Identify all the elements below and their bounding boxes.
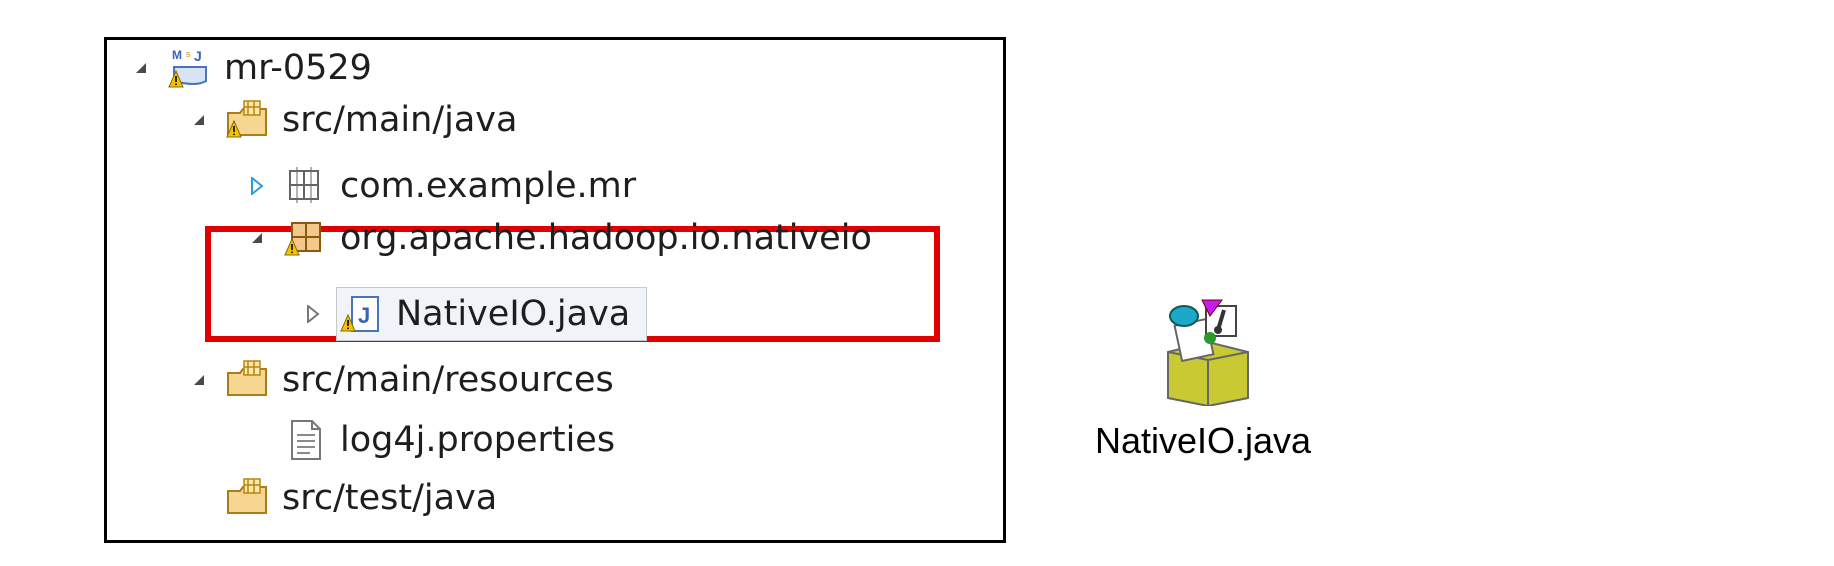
tree-item-label: src/main/java [282,99,518,140]
source-folder-icon [224,475,270,521]
tree-item-src-test-java[interactable]: src/test/java [224,468,497,528]
tree-item-label: log4j.properties [340,419,616,460]
svg-text:s: s [186,49,191,59]
expanded-arrow-icon[interactable] [246,227,268,249]
tree-item-label: NativeIO.java [396,293,631,334]
expanded-arrow-icon[interactable] [130,57,152,79]
collapsed-arrow-icon[interactable] [302,303,324,325]
tree-item-project[interactable]: M s J mr-0529 [130,38,372,98]
tree-item-label: org.apache.hadoop.io.nativeio [340,217,872,258]
tree-item-label: com.example.mr [340,165,637,206]
package-icon [282,215,328,261]
desktop-file-label: NativeIO.java [1094,420,1312,461]
source-folder-icon [224,97,270,143]
expanded-arrow-icon[interactable] [188,109,210,131]
text-file-icon [282,417,328,463]
tree-item-src-main-resources[interactable]: src/main/resources [188,350,614,410]
desktop-file[interactable]: NativeIO.java [1068,294,1338,470]
tree-item-nativeio-java[interactable]: J NativeIO.java [302,284,630,344]
tree-item-com-example-mr[interactable]: com.example.mr [246,156,636,216]
project-name: mr-0529 [224,47,372,88]
svg-text:M: M [172,48,182,62]
tree-item-log4j-properties[interactable]: log4j.properties [282,410,615,470]
collapsed-arrow-icon[interactable] [246,175,268,197]
java-file-package-icon [1148,294,1258,410]
expanded-arrow-icon[interactable] [188,369,210,391]
source-folder-icon [224,357,270,403]
tree-item-label: src/test/java [282,477,498,518]
svg-text:J: J [194,48,202,64]
tree-item-org-apache-hadoop-io-nativeio[interactable]: org.apache.hadoop.io.nativeio [246,208,872,268]
svg-text:J: J [358,303,370,328]
tree-item-src-main-java[interactable]: src/main/java [188,90,517,150]
java-file-icon: J [338,291,384,337]
maven-project-icon: M s J [166,45,212,91]
tree-item-label: src/main/resources [282,359,614,400]
package-icon [282,163,328,209]
